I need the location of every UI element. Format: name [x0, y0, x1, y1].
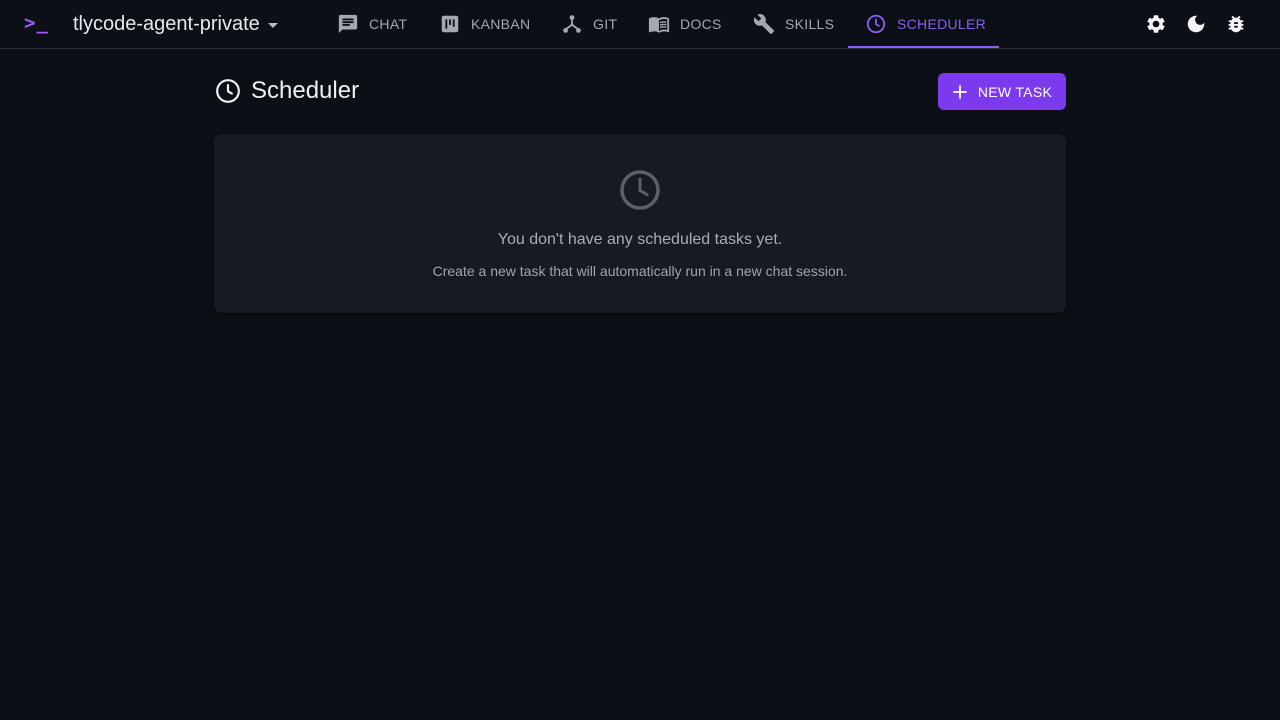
project-selector[interactable]: tlycode-agent-private [73, 13, 278, 36]
settings-button[interactable] [1144, 12, 1168, 36]
tab-docs[interactable]: DOCS [648, 0, 722, 48]
tab-scheduler-label: SCHEDULER [897, 16, 987, 32]
tab-git[interactable]: GIT [561, 0, 617, 48]
plus-icon [952, 84, 967, 99]
tab-chat[interactable]: CHAT [337, 0, 407, 48]
tab-docs-label: DOCS [680, 16, 722, 32]
app-logo[interactable]: >_ [24, 12, 49, 34]
moon-icon [1187, 15, 1205, 33]
git-icon [563, 15, 581, 33]
tab-chat-label: CHAT [369, 16, 408, 32]
tab-skills-label: SKILLS [785, 16, 835, 32]
bug-icon [1228, 15, 1244, 33]
empty-state-title: You don't have any scheduled tasks yet. [497, 231, 783, 248]
new-task-button[interactable]: NEW TASK [938, 73, 1066, 110]
top-navigation-bar: >_ tlycode-agent-private CHAT KANBAN GIT… [0, 0, 1280, 49]
empty-state-subtitle: Create a new task that will automaticall… [432, 263, 848, 279]
kanban-icon [441, 15, 459, 33]
new-task-label: NEW TASK [977, 83, 1053, 100]
empty-state-card: You don't have any scheduled tasks yet. … [214, 134, 1066, 313]
tab-skills[interactable]: SKILLS [753, 0, 834, 48]
docs-icon [648, 17, 670, 33]
caret-down-icon [267, 23, 278, 28]
page-title-text: Scheduler [251, 77, 360, 104]
tab-kanban[interactable]: KANBAN [439, 0, 530, 48]
active-tab-indicator [848, 46, 999, 48]
chat-icon [338, 14, 358, 34]
tab-git-label: GIT [593, 16, 618, 32]
clock-icon [866, 14, 886, 34]
tab-scheduler[interactable]: SCHEDULER [865, 0, 986, 48]
theme-toggle-button[interactable] [1184, 12, 1208, 36]
gear-icon [1147, 15, 1165, 33]
wrench-icon [753, 14, 775, 35]
clock-icon [620, 170, 660, 210]
page-title: Scheduler [215, 77, 359, 105]
debug-button[interactable] [1224, 12, 1248, 36]
clock-icon [216, 79, 240, 103]
project-name: tlycode-agent-private [73, 13, 260, 35]
tab-kanban-label: KANBAN [471, 16, 531, 32]
